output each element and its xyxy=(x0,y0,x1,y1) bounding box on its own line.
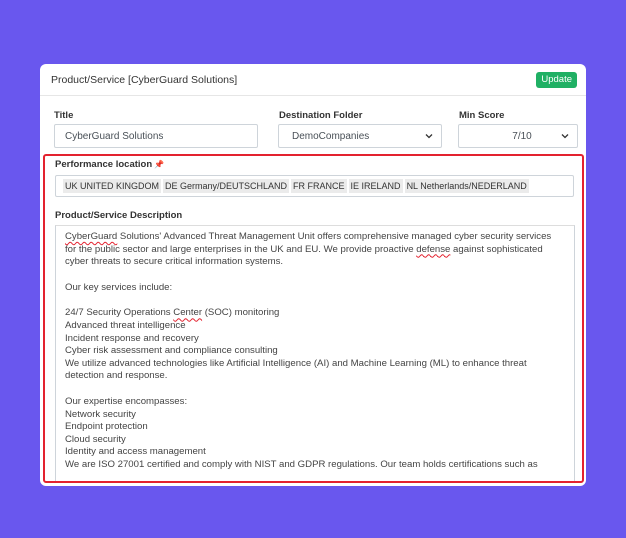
card-header: Product/Service [CyberGuard Solutions] U… xyxy=(40,64,586,96)
expertise-item: Network security xyxy=(65,408,136,420)
title-label: Title xyxy=(54,110,74,121)
service-item: Cyber risk assessment and compliance con… xyxy=(65,345,278,357)
spellcheck-word: defense xyxy=(416,243,451,255)
service-item: We utilize advanced technologies like Ar… xyxy=(65,357,527,382)
description-text: 24/7 Security Operations xyxy=(65,307,174,319)
destination-folder-label: Destination Folder xyxy=(279,110,363,121)
min-score-select[interactable]: 7/10 xyxy=(458,124,578,148)
location-tag[interactable]: UK UNITED KINGDOM xyxy=(63,179,162,193)
description-textarea[interactable]: CyberGuard Solutions' Advanced Threat Ma… xyxy=(55,225,575,481)
description-text: (SOC) monitoring xyxy=(202,307,280,319)
performance-location-text: Performance location xyxy=(55,159,153,170)
destination-folder-select[interactable]: DemoCompanies xyxy=(278,124,442,148)
spellcheck-word: Center xyxy=(173,307,203,319)
pin-icon[interactable]: 📌 xyxy=(154,160,164,169)
chevron-down-icon xyxy=(561,134,569,139)
expertise-heading: Our expertise encompasses: xyxy=(65,395,188,407)
service-item: Incident response and recovery xyxy=(65,332,199,344)
service-item: Advanced threat intelligence xyxy=(65,319,186,331)
services-heading: Our key services include: xyxy=(65,281,173,293)
destination-folder-value: DemoCompanies xyxy=(292,130,370,142)
update-button[interactable]: Update xyxy=(536,71,577,88)
title-input[interactable]: CyberGuard Solutions xyxy=(54,124,258,148)
min-score-label: Min Score xyxy=(459,110,505,121)
description-label: Product/Service Description xyxy=(55,210,183,221)
card-title: Product/Service [CyberGuard Solutions] xyxy=(51,73,238,86)
location-tag[interactable]: DE Germany/DEUTSCHLAND xyxy=(163,179,290,193)
location-tag[interactable]: FR FRANCE xyxy=(291,179,347,193)
performance-location-label: Performance location 📌 xyxy=(55,159,164,170)
min-score-value: 7/10 xyxy=(512,130,532,142)
expertise-item: Cloud security xyxy=(65,433,126,445)
performance-location-input[interactable]: UK UNITED KINGDOM DE Germany/DEUTSCHLAND… xyxy=(55,175,574,197)
truncated-line: We are ISO 27001 certified and comply wi… xyxy=(65,458,538,470)
chevron-down-icon xyxy=(425,134,433,139)
title-input-value: CyberGuard Solutions xyxy=(65,130,164,142)
location-tag[interactable]: IE IRELAND xyxy=(348,179,403,193)
service-item: 24/7 Security Operations Center (SOC) mo… xyxy=(65,307,565,320)
description-intro: CyberGuard Solutions' Advanced Threat Ma… xyxy=(65,231,565,269)
highlighted-section: Performance location 📌 UK UNITED KINGDOM… xyxy=(43,154,584,483)
location-tag[interactable]: NL Netherlands/NEDERLAND xyxy=(404,179,529,193)
expertise-item: Identity and access management xyxy=(65,446,206,458)
expertise-item: Endpoint protection xyxy=(65,421,148,433)
spellcheck-word: CyberGuard xyxy=(65,231,118,242)
product-service-card: Product/Service [CyberGuard Solutions] U… xyxy=(40,64,586,486)
